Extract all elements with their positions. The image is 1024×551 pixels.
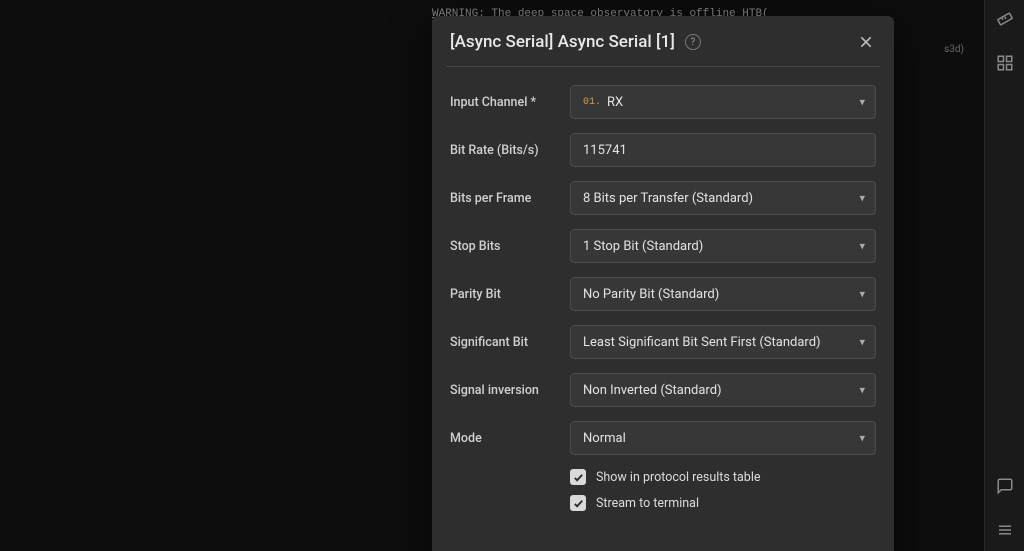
analyzer-settings-dialog: [Async Serial] Async Serial [1] ? Input … bbox=[432, 16, 894, 551]
stream-terminal-label: Stream to terminal bbox=[596, 496, 699, 511]
signal-inversion-label: Signal inversion bbox=[450, 383, 570, 398]
show-in-table-label: Show in protocol results table bbox=[596, 470, 761, 485]
dialog-footer: Reset Cancel Save bbox=[432, 541, 894, 551]
significant-bit-select[interactable]: Least Significant Bit Sent First (Standa… bbox=[570, 325, 876, 359]
chevron-down-icon: ▾ bbox=[859, 240, 865, 253]
right-toolbar bbox=[984, 0, 1024, 551]
input-channel-value: RX bbox=[607, 95, 623, 110]
grid-icon[interactable] bbox=[994, 52, 1016, 74]
channel-index-chip: 01. bbox=[583, 97, 601, 108]
menu-icon[interactable] bbox=[994, 519, 1016, 541]
mode-label: Mode bbox=[450, 431, 570, 446]
bits-per-frame-select[interactable]: 8 Bits per Transfer (Standard) ▾ bbox=[570, 181, 876, 215]
signal-inversion-value: Non Inverted (Standard) bbox=[583, 383, 722, 398]
close-icon[interactable] bbox=[856, 32, 876, 52]
mode-value: Normal bbox=[583, 431, 626, 446]
chevron-down-icon: ▾ bbox=[859, 288, 865, 301]
bit-rate-input[interactable] bbox=[583, 143, 863, 158]
parity-bit-select[interactable]: No Parity Bit (Standard) ▾ bbox=[570, 277, 876, 311]
stop-bits-value: 1 Stop Bit (Standard) bbox=[583, 239, 703, 254]
chevron-down-icon: ▾ bbox=[859, 96, 865, 109]
significant-bit-value: Least Significant Bit Sent First (Standa… bbox=[583, 335, 821, 350]
input-channel-select[interactable]: 01. RX ▾ bbox=[570, 85, 876, 119]
stop-bits-label: Stop Bits bbox=[450, 239, 570, 254]
chevron-down-icon: ▾ bbox=[859, 192, 865, 205]
mode-select[interactable]: Normal ▾ bbox=[570, 421, 876, 455]
dialog-title: [Async Serial] Async Serial [1] bbox=[450, 32, 675, 52]
chevron-down-icon: ▾ bbox=[859, 336, 865, 349]
parity-bit-value: No Parity Bit (Standard) bbox=[583, 287, 719, 302]
dialog-body: Input Channel * 01. RX ▾ Bit Rate (Bits/… bbox=[432, 67, 894, 521]
input-channel-label: Input Channel * bbox=[450, 95, 570, 110]
signal-inversion-select[interactable]: Non Inverted (Standard) ▾ bbox=[570, 373, 876, 407]
chevron-down-icon: ▾ bbox=[859, 432, 865, 445]
parity-bit-label: Parity Bit bbox=[450, 287, 570, 302]
significant-bit-label: Significant Bit bbox=[450, 335, 570, 350]
bit-rate-input-wrapper bbox=[570, 133, 876, 167]
background-meta-text: s3d) bbox=[944, 44, 964, 55]
bits-per-frame-label: Bits per Frame bbox=[450, 191, 570, 206]
chevron-down-icon: ▾ bbox=[859, 384, 865, 397]
dialog-header: [Async Serial] Async Serial [1] ? bbox=[432, 16, 894, 66]
comment-icon[interactable] bbox=[994, 475, 1016, 497]
stream-terminal-checkbox[interactable] bbox=[570, 495, 586, 511]
bit-rate-label: Bit Rate (Bits/s) bbox=[450, 143, 570, 158]
bits-per-frame-value: 8 Bits per Transfer (Standard) bbox=[583, 191, 753, 206]
ruler-icon[interactable] bbox=[994, 8, 1016, 30]
stop-bits-select[interactable]: 1 Stop Bit (Standard) ▾ bbox=[570, 229, 876, 263]
show-in-table-checkbox[interactable] bbox=[570, 469, 586, 485]
help-icon[interactable]: ? bbox=[685, 34, 701, 50]
